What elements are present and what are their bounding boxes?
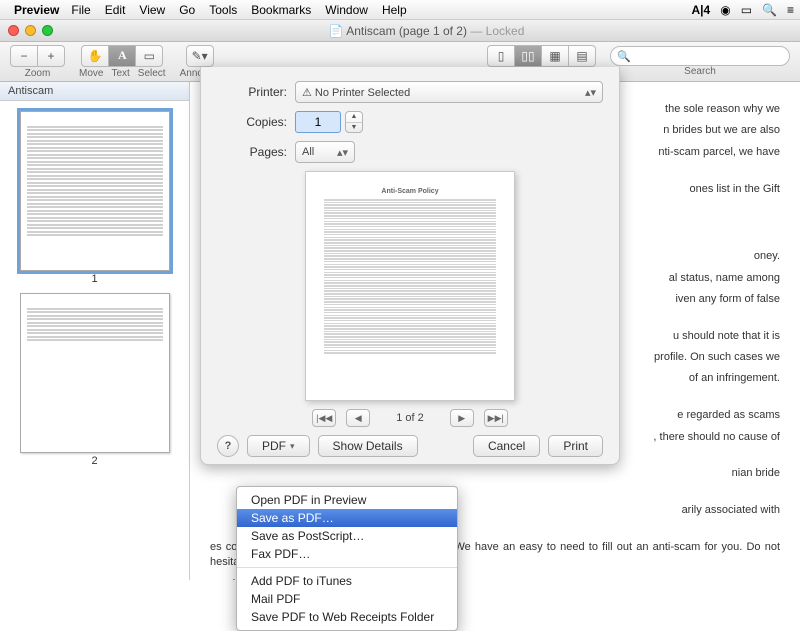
prev-page-button[interactable]: ◀: [346, 409, 370, 427]
pdf-menu-save-as-pdf[interactable]: Save as PDF…: [237, 509, 457, 527]
menu-file[interactable]: File: [71, 3, 90, 17]
menu-bookmarks[interactable]: Bookmarks: [251, 3, 311, 17]
proxy-icon: 📄: [329, 24, 344, 38]
printer-select[interactable]: ⚠ No Printer Selected▴▾: [295, 81, 603, 103]
cancel-button[interactable]: Cancel: [473, 435, 540, 457]
pdf-menu: Open PDF in Preview Save as PDF… Save as…: [236, 486, 458, 631]
copies-stepper[interactable]: ▲▼: [345, 111, 363, 133]
pdf-menu-mail-pdf[interactable]: Mail PDF: [237, 590, 457, 608]
copies-input[interactable]: [295, 111, 341, 133]
marquee-icon: ▭: [144, 49, 155, 63]
last-page-button[interactable]: ▶▶|: [484, 409, 508, 427]
view-contact-button[interactable]: ▦: [541, 45, 569, 67]
menu-tools[interactable]: Tools: [209, 3, 237, 17]
menuextra-spotify-icon[interactable]: ◉: [720, 3, 730, 17]
view-continuous-button[interactable]: ▤: [568, 45, 596, 67]
spotlight-icon[interactable]: 🔍: [762, 3, 777, 17]
thumb-label-1: 1: [6, 273, 183, 285]
zoom-label: Zoom: [25, 68, 51, 79]
pdf-dropdown-button[interactable]: PDF: [247, 435, 310, 457]
menuextra-adobe[interactable]: A|4: [691, 3, 710, 17]
search-input[interactable]: 🔍: [610, 46, 790, 66]
text-tool-button[interactable]: A: [108, 45, 136, 67]
pdf-menu-fax-pdf[interactable]: Fax PDF…: [237, 545, 457, 563]
pdf-menu-add-to-itunes[interactable]: Add PDF to iTunes: [237, 572, 457, 590]
menuextra-display-icon[interactable]: ▭: [741, 3, 752, 17]
tool-labels: MoveTextSelect: [79, 68, 166, 79]
window-title: 📄 Antiscam (page 1 of 2) — Locked: [53, 24, 800, 38]
text-cursor-icon: A: [118, 48, 127, 63]
pages-label: Pages:: [217, 145, 287, 159]
copies-label: Copies:: [217, 115, 287, 129]
next-page-button[interactable]: ▶: [450, 409, 474, 427]
move-tool-button[interactable]: ✋: [81, 45, 109, 67]
thumb-label-2: 2: [6, 455, 183, 467]
show-details-button[interactable]: Show Details: [318, 435, 418, 457]
hand-icon: ✋: [88, 49, 103, 63]
thumbnail-page-1[interactable]: [20, 111, 170, 271]
search-icon: 🔍: [617, 50, 631, 63]
view-single-button[interactable]: ▯: [487, 45, 515, 67]
close-window-button[interactable]: [8, 25, 19, 36]
print-preview-page: Anti-Scam Policy: [305, 171, 515, 401]
zoom-in-button[interactable]: +: [37, 45, 65, 67]
menu-window[interactable]: Window: [325, 3, 368, 17]
first-page-button[interactable]: |◀◀: [312, 409, 336, 427]
pencil-icon: ✎: [192, 49, 202, 63]
search-label: Search: [684, 66, 716, 77]
menu-go[interactable]: Go: [179, 3, 195, 17]
menu-edit[interactable]: Edit: [105, 3, 126, 17]
pdf-menu-web-receipts[interactable]: Save PDF to Web Receipts Folder: [237, 608, 457, 626]
printer-label: Printer:: [217, 85, 287, 99]
menu-view[interactable]: View: [139, 3, 165, 17]
select-tool-button[interactable]: ▭: [135, 45, 163, 67]
zoom-window-button[interactable]: [42, 25, 53, 36]
sidebar-doc-title: Antiscam: [0, 82, 189, 101]
thumbnail-page-2[interactable]: [20, 293, 170, 453]
zoom-out-button[interactable]: −: [10, 45, 38, 67]
app-menu[interactable]: Preview: [14, 3, 59, 17]
print-dialog: Printer: ⚠ No Printer Selected▴▾ Copies:…: [200, 67, 620, 465]
view-thumbs-button[interactable]: ▯▯: [514, 45, 542, 67]
minimize-window-button[interactable]: [25, 25, 36, 36]
pdf-menu-open-preview[interactable]: Open PDF in Preview: [237, 491, 457, 509]
pdf-menu-save-as-postscript[interactable]: Save as PostScript…: [237, 527, 457, 545]
print-button[interactable]: Print: [548, 435, 603, 457]
pages-select[interactable]: All▴▾: [295, 141, 355, 163]
page-indicator: 1 of 2: [396, 412, 424, 424]
menu-help[interactable]: Help: [382, 3, 407, 17]
annotate-button[interactable]: ✎ ▾: [186, 45, 214, 67]
menuextra-list-icon[interactable]: ≡: [787, 3, 794, 17]
help-button[interactable]: ?: [217, 435, 239, 457]
